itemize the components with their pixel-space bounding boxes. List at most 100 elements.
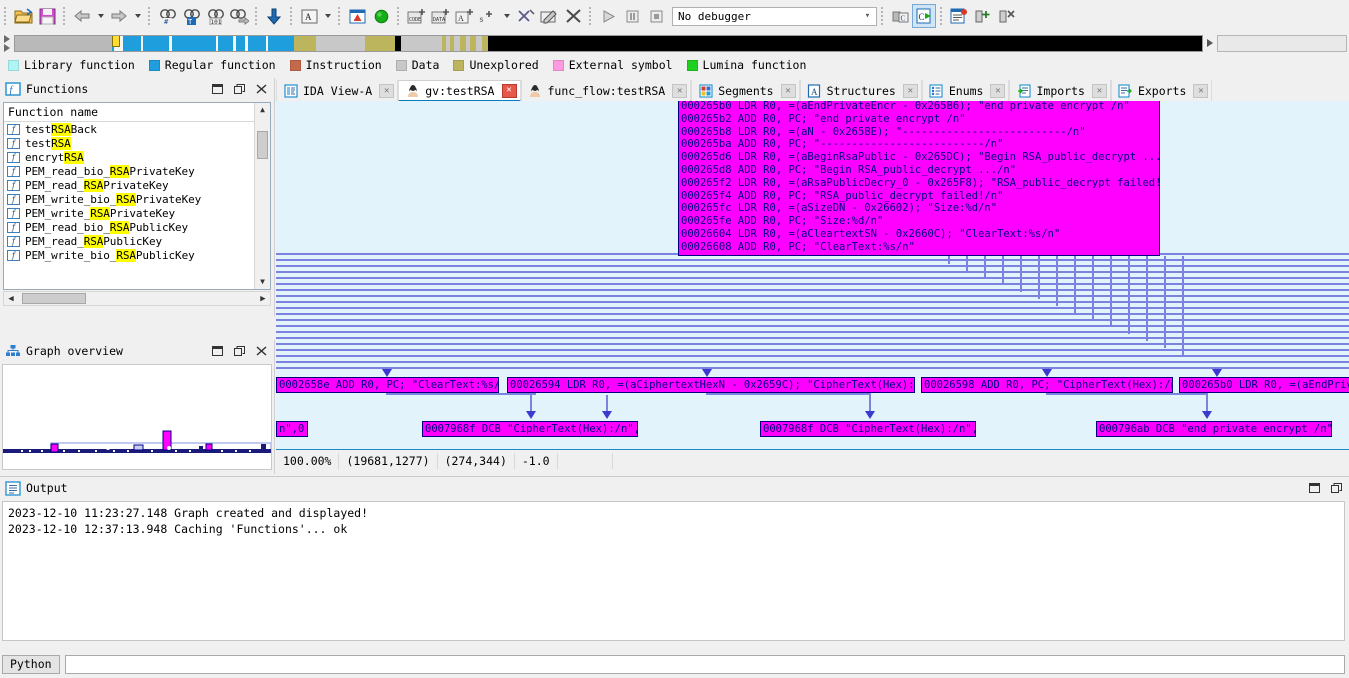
graph-node-bottom[interactable]: n",0 bbox=[276, 421, 308, 437]
make-struct-icon[interactable]: s bbox=[476, 4, 500, 28]
output-float-button[interactable] bbox=[1325, 479, 1347, 497]
scroll-left-icon[interactable]: ◀ bbox=[4, 294, 18, 304]
functions-list-hscrollbar[interactable]: ◀ ▶ bbox=[3, 291, 271, 306]
run-button-icon[interactable] bbox=[369, 4, 393, 28]
decompile-go-icon[interactable]: C bbox=[912, 4, 936, 28]
function-list-item[interactable]: f encrytRSA bbox=[4, 150, 254, 164]
nav-forward-button[interactable] bbox=[107, 4, 131, 28]
function-list-item[interactable]: f PEM_read_RSAPublicKey bbox=[4, 234, 254, 248]
functions-panel-minimize-button[interactable] bbox=[206, 80, 228, 98]
function-list-item[interactable]: f PEM_read_RSAPrivateKey bbox=[4, 178, 254, 192]
add-breakpoint-icon[interactable] bbox=[971, 4, 995, 28]
command-input[interactable] bbox=[64, 654, 1345, 674]
undefine-icon[interactable] bbox=[513, 4, 537, 28]
function-list-item[interactable]: f testRSABack bbox=[4, 122, 254, 136]
debugger-select[interactable]: No debugger ▾ bbox=[672, 6, 877, 26]
graph-node-mid[interactable]: 000265b0 LDR R0, =(aEndPriva bbox=[1179, 377, 1349, 393]
functions-list-vscrollbar[interactable]: ▲ ▼ bbox=[254, 103, 270, 289]
navband-strip[interactable] bbox=[14, 34, 1203, 52]
tab-segments[interactable]: Segments ✕ bbox=[691, 80, 800, 102]
make-code-icon[interactable]: CODE bbox=[404, 4, 428, 28]
scroll-down-icon[interactable]: ▼ bbox=[260, 275, 265, 289]
tab-enums[interactable]: Enums ✕ bbox=[921, 80, 1010, 102]
graph-node-mid[interactable]: 00026598 ADD R0, PC; "CipherText(Hex):/n… bbox=[921, 377, 1173, 393]
graph-overview-float-button[interactable] bbox=[228, 342, 250, 360]
graph-node-bottom[interactable]: 000796ab DCB "end private encrypt /n",0 bbox=[1096, 421, 1332, 437]
graph-canvas[interactable]: 000265b0 LDR R0, =(aEndPrivateEncr - 0x2… bbox=[276, 101, 1349, 449]
graph-node-mid[interactable]: 0002658e ADD R0, PC; "ClearText:%s/n" bbox=[276, 377, 499, 393]
navigator-band[interactable] bbox=[0, 32, 1349, 54]
graph-overview-canvas[interactable] bbox=[2, 364, 272, 470]
tab-close-icon[interactable]: ✕ bbox=[990, 84, 1006, 98]
strings-window-icon[interactable]: A bbox=[297, 4, 321, 28]
tab-close-icon[interactable]: ✕ bbox=[780, 84, 796, 98]
functions-panel-float-button[interactable] bbox=[228, 80, 250, 98]
toolbar-grip-5[interactable] bbox=[288, 5, 295, 27]
toolbar-grip-10[interactable] bbox=[938, 5, 945, 27]
toolbar-grip-3[interactable] bbox=[146, 5, 153, 27]
tab-close-icon[interactable]: ✕ bbox=[902, 84, 918, 98]
jump-to-icon[interactable] bbox=[227, 4, 251, 28]
scroll-right-icon[interactable]: ▶ bbox=[256, 294, 270, 304]
vscroll-thumb[interactable] bbox=[257, 131, 268, 159]
function-list-item[interactable]: f PEM_read_bio_RSAPublicKey bbox=[4, 220, 254, 234]
toolbar-grip-9[interactable] bbox=[879, 5, 886, 27]
make-data-icon[interactable]: DATA bbox=[428, 4, 452, 28]
tab-ida-view-a[interactable]: IDA View-A ✕ bbox=[276, 80, 399, 102]
debug-run-icon[interactable] bbox=[596, 4, 620, 28]
toolbar-grip-4[interactable] bbox=[253, 5, 260, 27]
decompile-c-icon[interactable]: C bbox=[888, 4, 912, 28]
nav-back-button[interactable] bbox=[70, 4, 94, 28]
functions-panel-close-button[interactable] bbox=[250, 80, 272, 98]
graph-node-main[interactable]: 000265b0 LDR R0, =(aEndPrivateEncr - 0x2… bbox=[678, 101, 1160, 256]
open-file-button[interactable] bbox=[11, 4, 35, 28]
search-text-icon[interactable]: T bbox=[179, 4, 203, 28]
search-hex-icon[interactable]: # bbox=[155, 4, 179, 28]
function-list-item[interactable]: f PEM_read_bio_RSAPrivateKey bbox=[4, 164, 254, 178]
view-tabbar[interactable]: IDA View-A ✕ gv:testRSA ✕ func_flow:testRSA ✕… bbox=[276, 78, 1349, 102]
nav-back-dropdown[interactable] bbox=[94, 4, 107, 28]
output-minimize-button[interactable] bbox=[1303, 479, 1325, 497]
edit-function-icon[interactable] bbox=[537, 4, 561, 28]
graph-overview-close-button[interactable] bbox=[250, 342, 272, 360]
remove-breakpoint-icon[interactable] bbox=[995, 4, 1019, 28]
make-string-icon[interactable]: A bbox=[452, 4, 476, 28]
toolbar-grip-6[interactable] bbox=[336, 5, 343, 27]
tab-close-icon[interactable]: ✕ bbox=[672, 84, 688, 98]
toolbar-grip-8[interactable] bbox=[587, 5, 594, 27]
function-list-item[interactable]: f PEM_write_RSAPrivateKey bbox=[4, 206, 254, 220]
debug-pause-icon[interactable] bbox=[620, 4, 644, 28]
save-file-button[interactable] bbox=[35, 4, 59, 28]
graph-node-bottom[interactable]: 0007968f DCB "CipherText(Hex):/n",0 bbox=[422, 421, 638, 437]
graph-overview-minimize-button[interactable] bbox=[206, 342, 228, 360]
functions-column-header[interactable]: Function name bbox=[4, 103, 254, 122]
function-list-item[interactable]: f PEM_write_bio_RSAPublicKey bbox=[4, 248, 254, 262]
navband-right-arrows[interactable] bbox=[1203, 32, 1217, 54]
strings-dropdown[interactable] bbox=[321, 4, 334, 28]
search-sequence-icon[interactable]: 101 bbox=[203, 4, 227, 28]
toolbar-grip[interactable] bbox=[2, 5, 9, 27]
graph-node-bottom[interactable]: 0007968f DCB "CipherText(Hex):/n",0 bbox=[760, 421, 976, 437]
tab-gv-testrsa[interactable]: gv:testRSA ✕ bbox=[398, 80, 521, 102]
tab-close-icon[interactable]: ✕ bbox=[501, 83, 517, 98]
hscroll-thumb[interactable] bbox=[22, 293, 86, 304]
scroll-up-icon[interactable]: ▲ bbox=[260, 103, 265, 117]
nav-forward-dropdown[interactable] bbox=[131, 4, 144, 28]
debug-stop-icon[interactable] bbox=[644, 4, 668, 28]
function-list-item[interactable]: f PEM_write_bio_RSAPrivateKey bbox=[4, 192, 254, 206]
navband-scroll-arrows[interactable] bbox=[0, 32, 14, 54]
toolbar-grip-2[interactable] bbox=[61, 5, 68, 27]
delete-item-icon[interactable] bbox=[561, 4, 585, 28]
tab-func-flow-testrsa[interactable]: func_flow:testRSA ✕ bbox=[520, 80, 692, 102]
tab-structures[interactable]: A Structures ✕ bbox=[799, 80, 922, 102]
breakpoint-list-icon[interactable] bbox=[345, 4, 369, 28]
list-window-icon[interactable] bbox=[947, 4, 971, 28]
tab-exports[interactable]: Exports ✕ bbox=[1110, 80, 1213, 102]
tab-close-icon[interactable]: ✕ bbox=[1193, 84, 1209, 98]
graph-node-mid[interactable]: 00026594 LDR R0, =(aCiphertextHexN - 0x2… bbox=[507, 377, 915, 393]
functions-list[interactable]: Function name f testRSABack f testRSA f encry… bbox=[3, 102, 271, 290]
toolbar-grip-7[interactable] bbox=[395, 5, 402, 27]
script-language-button[interactable]: Python bbox=[2, 654, 60, 674]
output-log[interactable]: 2023-12-10 11:23:27.148 Graph created an… bbox=[2, 501, 1345, 641]
tab-close-icon[interactable]: ✕ bbox=[379, 84, 395, 98]
